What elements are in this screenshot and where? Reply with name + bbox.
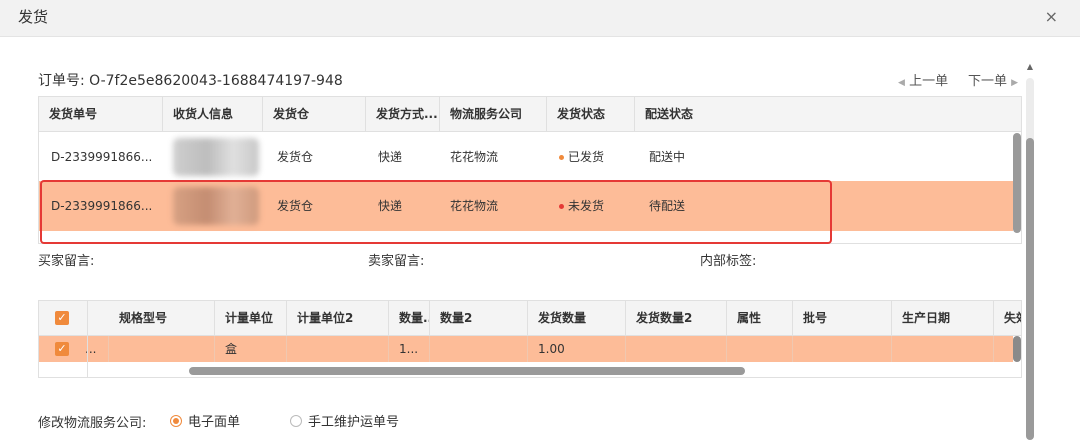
ship-status-label: 未发货 — [568, 199, 605, 213]
delivery-status: 配送中 — [649, 150, 686, 164]
column-header[interactable]: 发货仓 — [263, 97, 366, 131]
order-number-value: O-7f2e5e8620043-1688474197-948 — [89, 73, 343, 89]
items-table: ✓ 规格型号 计量单位 计量单位2 数量... 数量2 发货数量 发货数量2 属… — [38, 300, 1022, 378]
ship-method: 快递 — [378, 199, 403, 213]
radio-label: 电子面单 — [188, 415, 241, 430]
carrier: 花花物流 — [450, 150, 499, 164]
order-number-label: 订单号: — [38, 73, 85, 89]
table-row[interactable]: D-2339991866... 发货仓 快递 花花物流 未发货 待配送 — [39, 181, 1013, 231]
chevron-left-icon: ◀ — [898, 78, 905, 88]
radio-unchecked-icon[interactable] — [290, 415, 302, 427]
item-attr — [727, 336, 793, 362]
scrollbar-thumb[interactable] — [1013, 133, 1021, 233]
item-qty2 — [430, 336, 528, 362]
warehouse: 发货仓 — [277, 150, 314, 164]
select-all-checkbox[interactable]: ✓ — [55, 311, 69, 325]
shipments-table-header: 发货单号 收货人信息 发货仓 发货方式... 物流服务公司 发货状态 配送状态 — [39, 97, 1021, 132]
shipment-id: D-2339991866... — [51, 199, 153, 213]
column-header[interactable]: 发货单号 — [39, 97, 163, 131]
blurred-consignee — [173, 187, 259, 225]
column-header[interactable]: 物流服务公司 — [440, 97, 547, 131]
scrollbar-thumb[interactable] — [1026, 138, 1034, 440]
column-header[interactable]: 数量... — [389, 301, 430, 335]
column-header[interactable]: 配送状态 — [635, 97, 1021, 131]
item-batch — [793, 336, 892, 362]
column-header[interactable]: 生产日期 — [892, 301, 994, 335]
column-header[interactable]: 收货人信息 — [163, 97, 263, 131]
item-ship-qty[interactable]: 1.00 — [528, 336, 626, 362]
column-header[interactable]: 计量单位 — [215, 301, 287, 335]
column-divider — [87, 301, 88, 377]
prev-order-label: 上一单 — [909, 74, 949, 89]
item-mfg-date — [892, 336, 994, 362]
row-checkbox[interactable]: ✓ — [55, 342, 69, 356]
shipments-scrollbar[interactable] — [1013, 133, 1021, 241]
column-header[interactable]: 失效 — [994, 301, 1021, 335]
warehouse: 发货仓 — [277, 199, 314, 213]
order-number: 订单号: O-7f2e5e8620043-1688474197-948 — [38, 70, 343, 90]
logistics-label: 修改物流服务公司: — [38, 416, 147, 431]
dialog-titlebar: 发货 × — [0, 0, 1080, 37]
buyer-message-label: 买家留言: — [38, 254, 95, 269]
item-spec — [109, 336, 215, 362]
column-header[interactable]: 发货方式... — [366, 97, 440, 131]
column-header[interactable]: 计量单位2 — [287, 301, 389, 335]
item-qty: 1... — [389, 336, 430, 362]
dialog-scrollbar[interactable]: ▲ — [1024, 62, 1036, 440]
column-header[interactable]: 发货数量 — [528, 301, 626, 335]
ship-status: 未发货 — [547, 181, 635, 231]
radio-checked-icon[interactable] — [170, 415, 182, 427]
item-first-cell: ... — [81, 336, 109, 362]
scroll-up-icon[interactable]: ▲ — [1024, 62, 1036, 74]
blurred-consignee — [173, 138, 259, 176]
items-hscrollbar[interactable] — [189, 367, 745, 375]
seller-message-label: 卖家留言: — [368, 254, 425, 269]
radio-manual-waybill[interactable]: 手工维护运单号 — [290, 411, 399, 430]
chevron-right-icon: ▶ — [1011, 78, 1019, 88]
next-order-label: 下一单 — [968, 74, 1008, 89]
item-ship-qty2[interactable] — [626, 336, 727, 362]
scrollbar-thumb[interactable] — [1013, 336, 1021, 362]
ship-method: 快递 — [378, 150, 403, 164]
carrier: 花花物流 — [450, 199, 499, 213]
delivery-status: 待配送 — [649, 199, 686, 213]
ship-status: 已发货 — [547, 132, 635, 182]
close-icon[interactable]: × — [1045, 7, 1058, 26]
status-dot-icon — [559, 155, 564, 160]
prev-order-button[interactable]: ◀ 上一单 — [898, 70, 948, 89]
column-header[interactable]: 发货状态 — [547, 97, 635, 131]
items-table-header: ✓ 规格型号 计量单位 计量单位2 数量... 数量2 发货数量 发货数量2 属… — [39, 301, 1021, 336]
shipments-table: 发货单号 收货人信息 发货仓 发货方式... 物流服务公司 发货状态 配送状态 … — [38, 96, 1022, 244]
ship-status-label: 已发货 — [568, 150, 605, 164]
column-header[interactable]: 属性 — [727, 301, 793, 335]
column-header[interactable]: 数量2 — [430, 301, 528, 335]
dialog-title: 发货 — [18, 8, 49, 26]
radio-electronic-waybill[interactable]: 电子面单 — [170, 411, 240, 430]
internal-tag-label: 内部标签: — [700, 254, 757, 269]
item-unit: 盒 — [215, 336, 287, 362]
table-row[interactable]: D-2339991866... 发货仓 快递 花花物流 已发货 配送中 — [39, 132, 1013, 182]
radio-label: 手工维护运单号 — [308, 415, 400, 430]
table-row[interactable]: ✓ ... 盒 1... 1.00 — [39, 336, 1013, 362]
items-vscrollbar[interactable] — [1013, 336, 1021, 362]
column-header[interactable]: 发货数量2 — [626, 301, 727, 335]
shipment-id: D-2339991866... — [51, 150, 153, 164]
status-dot-icon — [559, 204, 564, 209]
column-header[interactable]: 规格型号 — [109, 301, 215, 335]
item-unit2 — [287, 336, 389, 362]
column-header[interactable]: 批号 — [793, 301, 892, 335]
next-order-button[interactable]: 下一单 ▶ — [968, 70, 1018, 89]
